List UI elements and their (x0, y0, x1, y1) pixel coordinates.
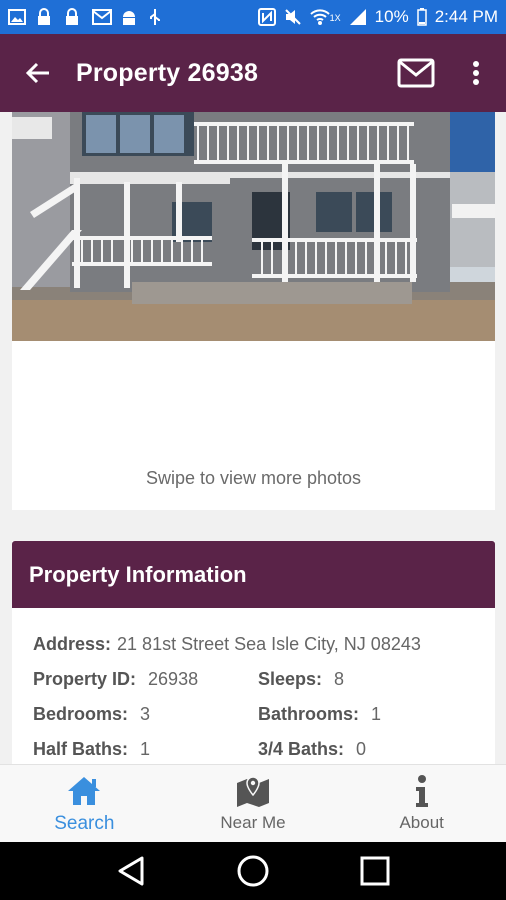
bedrooms-value: 3 (140, 704, 151, 724)
address-value: 21 81st Street Sea Isle City, NJ 08243 (117, 634, 421, 654)
battery-percent: 10% (374, 7, 409, 26)
mail-icon (397, 58, 435, 88)
wifi-icon (309, 8, 330, 26)
overflow-menu-button[interactable] (456, 52, 496, 94)
bedrooms-label: Bedrooms: (33, 704, 129, 724)
property-photo[interactable] (12, 112, 495, 341)
property-info-card: Property Information Address: 21 81st Str… (12, 541, 495, 771)
image-icon (8, 8, 26, 26)
bedrooms-row: Bedrooms: 3 (33, 704, 150, 725)
property-id-row: Property ID: 26938 (33, 669, 198, 690)
system-back-button[interactable] (109, 849, 153, 893)
photo-gallery[interactable]: Swipe to view more photos (12, 112, 495, 510)
more-vert-icon (473, 61, 479, 85)
app-bar: Property 26938 (0, 34, 506, 112)
address-row: Address: 21 81st Street Sea Isle City, NJ… (33, 634, 421, 655)
bottom-navigation: Search Near Me About (0, 764, 506, 842)
property-id-label: Property ID: (33, 669, 137, 689)
nav-about[interactable]: About (337, 765, 506, 842)
battery-icon (416, 8, 427, 26)
triangle-back-icon (118, 856, 144, 886)
map-pin-icon (235, 773, 271, 809)
bathrooms-value: 1 (371, 704, 382, 724)
bathrooms-row: Bathrooms: 1 (258, 704, 381, 725)
system-navigation-bar (0, 842, 506, 900)
status-bar: 1X 10% 2:44 PM (0, 0, 506, 34)
mail-icon (92, 8, 112, 26)
half-baths-label: Half Baths: (33, 739, 129, 759)
android-icon (120, 8, 138, 26)
nav-near-me[interactable]: Near Me (169, 765, 338, 842)
swipe-hint: Swipe to view more photos (145, 468, 362, 488)
system-recents-button[interactable] (353, 849, 397, 893)
mute-icon (284, 8, 302, 26)
circle-home-icon (237, 855, 269, 887)
sleeps-value: 8 (334, 669, 345, 689)
three-quarter-baths-value: 0 (356, 739, 367, 759)
sleeps-row: Sleeps: 8 (258, 669, 344, 690)
clock: 2:44 PM (434, 7, 498, 26)
nav-about-label: About (399, 813, 444, 832)
network-type: 1X (329, 13, 341, 23)
three-quarter-baths-label: 3/4 Baths: (258, 739, 345, 759)
sleeps-label: Sleeps: (258, 669, 323, 689)
back-button[interactable] (0, 34, 76, 112)
home-icon (66, 773, 102, 809)
usb-icon (148, 8, 166, 26)
property-info-header: Property Information (12, 541, 495, 608)
signal-icon (349, 8, 367, 26)
back-arrow-icon (25, 62, 49, 84)
notification-icons (8, 8, 166, 26)
property-id-value: 26938 (148, 669, 199, 689)
nav-near-me-label: Near Me (220, 813, 286, 832)
lock-icon (64, 8, 82, 26)
page-title: Property 26938 (76, 58, 259, 87)
three-quarter-baths-row: 3/4 Baths: 0 (258, 739, 366, 760)
lock-icon (36, 8, 54, 26)
bathrooms-label: Bathrooms: (258, 704, 360, 724)
nav-search-label: Search (54, 813, 115, 834)
info-icon (412, 773, 432, 809)
square-recents-icon (360, 856, 390, 886)
nfc-icon (257, 8, 276, 26)
nav-search[interactable]: Search (0, 765, 169, 842)
half-baths-row: Half Baths: 1 (33, 739, 150, 760)
address-label: Address: (33, 634, 112, 654)
system-status: 1X 10% 2:44 PM (257, 7, 498, 27)
half-baths-value: 1 (140, 739, 151, 759)
system-home-button[interactable] (231, 849, 275, 893)
email-button[interactable] (392, 52, 440, 94)
